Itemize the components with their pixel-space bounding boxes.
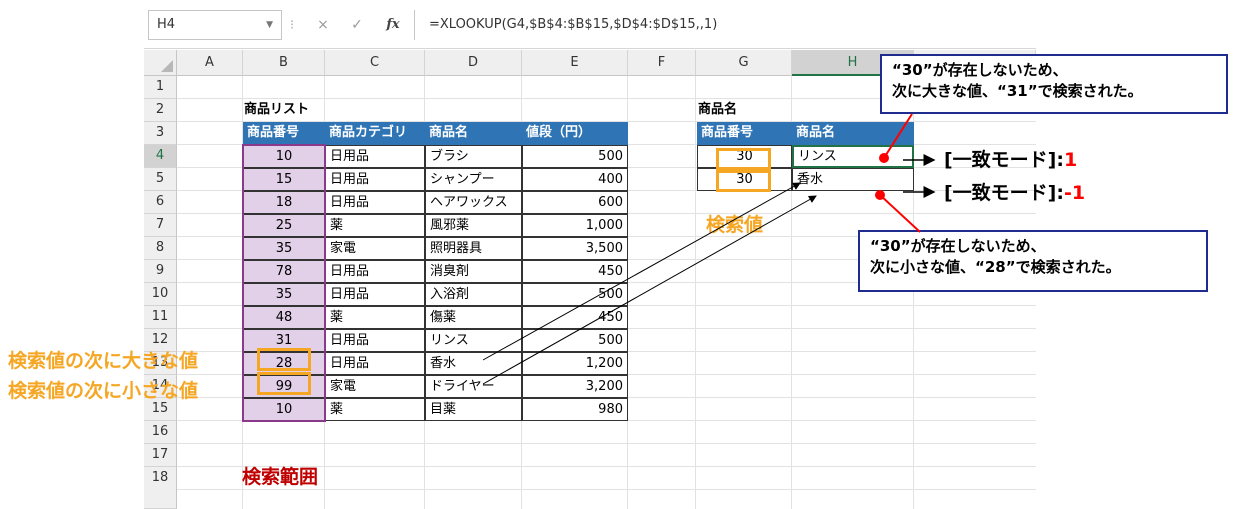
annotation-arrows xyxy=(482,113,936,385)
red-leader-top xyxy=(883,113,913,159)
arrow-perfume xyxy=(482,195,817,385)
arrow-rinse xyxy=(482,182,801,361)
red-dot-top xyxy=(879,153,889,163)
red-leader-bottom xyxy=(879,194,921,233)
red-dot-bottom xyxy=(875,190,885,200)
